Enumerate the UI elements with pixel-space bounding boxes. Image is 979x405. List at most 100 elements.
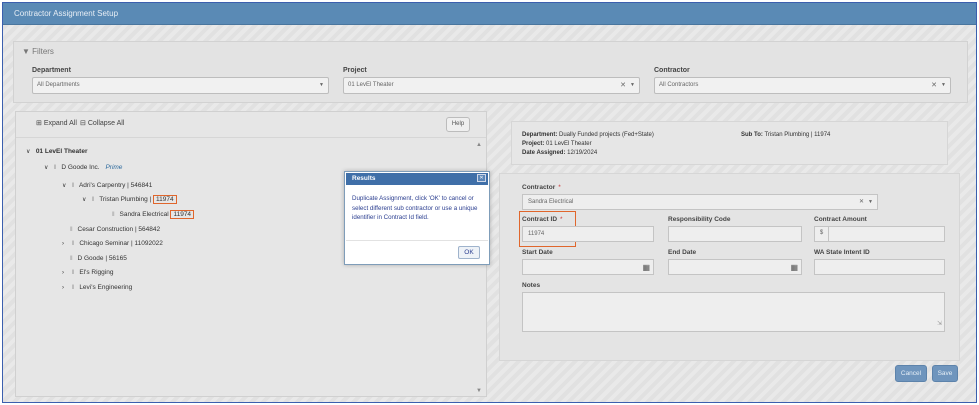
calendar-icon[interactable]: ▦ [642,261,650,275]
required-marker: * [560,216,563,223]
chevron-down-icon[interactable]: ∨ [44,164,52,171]
chevron-down-icon[interactable]: ∨ [82,196,90,203]
dialog-divider [346,240,488,241]
filters-title: Filters [32,47,54,56]
chevron-right-icon[interactable]: › [62,285,70,291]
info-date-value: 12/19/2024 [567,150,598,156]
expand-all-label: Expand All [43,120,77,127]
collapse-all-button[interactable]: ⊟ Collapse All [80,119,124,127]
drag-handle-icon[interactable]: ‖ [72,269,75,276]
save-button[interactable]: Save [932,365,958,382]
tree-node-sub[interactable]: › ‖ Levi's Engineering [62,284,132,291]
chevron-down-icon: ▼ [941,82,946,88]
scroll-down-icon[interactable]: ▼ [476,388,482,394]
cancel-button[interactable]: Cancel [895,365,927,382]
currency-symbol: $ [815,226,829,242]
drag-handle-icon[interactable]: ‖ [70,226,73,233]
contractor-value: Sandra Electrical [528,199,574,205]
chevron-right-icon[interactable]: › [62,270,70,276]
tree-node-sub[interactable]: ‖ Sandra Electrical 11974 [112,210,195,219]
wa-state-intent-id-label: WA State Intent ID [814,249,870,256]
assignment-info-panel: Department: Dually Funded projects (Fed+… [511,121,948,165]
chevron-down-icon: ▼ [319,82,324,88]
tree-node-sub[interactable]: ‖ D Goode | 56165 [70,255,127,262]
drag-handle-icon[interactable]: ‖ [72,182,75,189]
clear-icon[interactable]: ✕ [931,78,937,93]
chevron-down-icon[interactable]: ∨ [62,182,70,189]
help-button[interactable]: Help [446,117,470,132]
collapse-all-label: Collapse All [87,120,125,127]
scroll-up-icon[interactable]: ▲ [476,142,482,148]
prime-badge: Prime [105,164,123,171]
project-select[interactable]: 01 LevEl Theater ✕ ▼ [343,77,640,94]
info-subto: Sub To: Tristan Plumbing | 11974 [741,132,830,138]
info-department-value: Dually Funded projects (Fed+State) [559,132,654,138]
tree-node-sub[interactable]: ∨ ‖ Adri's Carpentry | 546841 [62,182,152,189]
contractor-select[interactable]: Sandra Electrical ✕ ▼ [522,194,878,210]
tree-node-label: D Goode Inc. [61,164,100,171]
drag-handle-icon[interactable]: ‖ [92,196,95,203]
tree-node-sub[interactable]: ∨ ‖ Tristan Plumbing | 11974 [82,195,177,204]
notes-textarea[interactable]: ⇲ [522,292,945,332]
chevron-down-icon: ▼ [630,82,635,88]
filters-header[interactable]: ▼ Filters [22,47,54,56]
chevron-down-icon: ▼ [868,199,873,205]
filters-panel: ▼ Filters Department All Departments ▼ P… [13,41,968,103]
tree-node-project[interactable]: ∨ 01 LevEl Theater [26,148,87,155]
drag-handle-icon[interactable]: ‖ [112,211,115,218]
responsibility-code-input[interactable] [668,226,802,242]
tree-node-label: Chicago Seminar | 11092022 [79,240,163,247]
expand-icon: ⊞ [36,120,42,127]
tree-node-sub[interactable]: › ‖ El's Rigging [62,269,113,276]
info-project: Project: 01 LevEl Theater [522,141,592,147]
project-label: Project [343,67,367,74]
info-date-label: Date Assigned: [522,150,566,156]
dialog-title: Results [346,173,488,185]
app-window: Contractor Assignment Setup ▼ Filters De… [2,2,977,403]
tree-node-label: Tristan Plumbing | [99,196,152,203]
drag-handle-icon[interactable]: ‖ [72,284,75,291]
tree-node-label: Adri's Carpentry | 546841 [78,182,153,189]
filter-icon: ▼ [22,47,30,56]
contractor-filter-select[interactable]: All Contractors ✕ ▼ [654,77,951,94]
contract-amount-input[interactable]: $ [814,226,945,242]
tree-node-sub[interactable]: ‖ Cesar Construction | 564842 [70,226,160,233]
project-value: 01 LevEl Theater [348,82,394,88]
drag-handle-icon[interactable]: ‖ [72,240,75,247]
end-date-input[interactable]: ▦ [668,259,802,275]
end-date-label: End Date [668,249,697,256]
results-dialog: Results ✕ Duplicate Assignment, click 'O… [344,171,490,265]
tree-node-label: El's Rigging [79,269,114,276]
drag-handle-icon[interactable]: ‖ [54,164,57,171]
contractor-label: Contractor * [522,184,561,191]
info-project-value: 01 LevEl Theater [546,141,592,147]
info-date: Date Assigned: 12/19/2024 [522,150,597,156]
tree-node-sub[interactable]: › ‖ Chicago Seminar | 11092022 [62,240,163,247]
start-date-input[interactable]: ▦ [522,259,654,275]
clear-icon[interactable]: ✕ [620,78,626,93]
info-department: Department: Dually Funded projects (Fed+… [522,132,654,138]
department-select[interactable]: All Departments ▼ [32,77,329,94]
contract-amount-label: Contract Amount [814,216,867,223]
tree-node-label: D Goode | 56165 [77,255,127,262]
clear-icon[interactable]: ✕ [859,195,864,209]
drag-handle-icon[interactable]: ‖ [70,255,73,262]
wa-state-intent-id-input[interactable] [814,259,945,275]
close-icon[interactable]: ✕ [477,174,486,182]
chevron-down-icon[interactable]: ∨ [26,148,34,155]
info-subto-value: Tristan Plumbing | 11974 [764,132,831,138]
chevron-right-icon[interactable]: › [62,241,70,247]
expand-all-button[interactable]: ⊞ Expand All [36,119,77,127]
contract-id-input[interactable]: 11974 [522,226,654,242]
ok-button[interactable]: OK [458,246,480,259]
contract-id-label: Contract ID * [522,216,563,223]
tree-node-label: 01 LevEl Theater [35,148,88,155]
calendar-icon[interactable]: ▦ [790,261,798,275]
tree-node-prime[interactable]: ∨ ‖ D Goode Inc. Prime [44,164,122,171]
contract-id-label-text: Contract ID [522,216,558,223]
info-project-label: Project: [522,141,545,147]
notes-label: Notes [522,282,541,289]
contractor-label-text: Contractor [522,184,556,191]
resize-handle-icon[interactable]: ⇲ [937,317,942,331]
tree-toolbar: ⊞ Expand All ⊟ Collapse All Help [16,112,486,138]
